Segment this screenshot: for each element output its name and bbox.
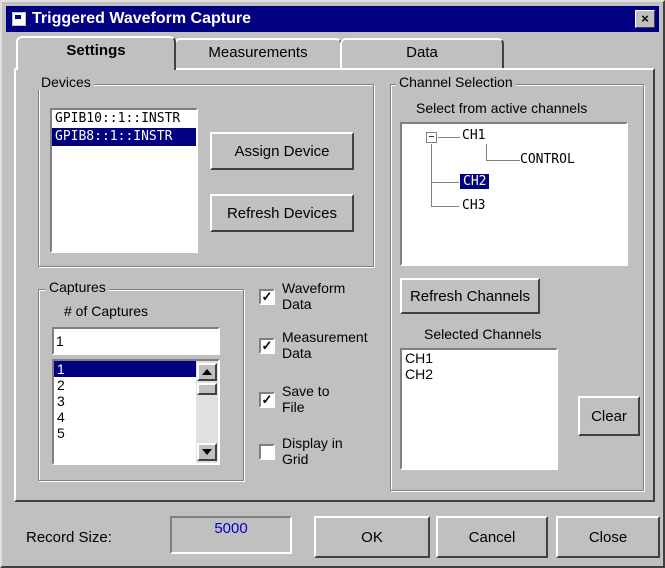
option-line1: Measurement (282, 329, 368, 345)
display-in-grid-checkbox[interactable] (259, 444, 275, 460)
close-button[interactable]: Close (556, 516, 660, 558)
tab-measurements[interactable]: Measurements (174, 38, 342, 68)
list-item[interactable]: CH2 (402, 366, 556, 382)
list-item[interactable]: 2 (54, 377, 196, 393)
record-size-label: Record Size: (26, 529, 112, 546)
chevron-up-icon (202, 369, 212, 375)
tree-node-ch1[interactable]: CH1 (462, 128, 485, 143)
channel-tree[interactable]: − CH1 CONTROL CH2 CH3 (400, 122, 628, 266)
list-item[interactable]: 5 (54, 425, 196, 441)
waveform-data-checkbox[interactable]: ✓ (259, 289, 275, 305)
tree-node-ch2[interactable]: CH2 (460, 174, 490, 189)
record-size-field[interactable]: 5000 (170, 516, 292, 554)
option-line1: Waveform (282, 280, 346, 296)
scroll-down-button[interactable] (197, 443, 217, 461)
measurement-data-checkbox[interactable]: ✓ (259, 338, 275, 354)
list-item[interactable]: 3 (54, 393, 196, 409)
scroll-thumb[interactable] (197, 383, 217, 395)
tree-connector (431, 206, 459, 207)
option-line2: Data (282, 296, 312, 312)
option-line2: Grid (282, 451, 309, 467)
collapse-icon[interactable]: − (426, 132, 437, 143)
channel-selection-legend: Channel Selection (396, 74, 516, 90)
captures-scrollbar[interactable] (196, 361, 218, 463)
tab-data[interactable]: Data (340, 38, 504, 68)
scroll-up-button[interactable] (197, 363, 217, 381)
list-item[interactable]: 4 (54, 409, 196, 425)
save-to-file-checkbox[interactable]: ✓ (259, 392, 275, 408)
tree-connector (486, 160, 520, 161)
channel-selection-subtitle: Select from active channels (416, 100, 588, 116)
device-item-gpib8[interactable]: GPIB8::1::INSTR (52, 128, 196, 146)
devices-legend: Devices (38, 74, 94, 90)
captures-legend: Captures (46, 279, 109, 295)
device-item-gpib10[interactable]: GPIB10::1::INSTR (52, 110, 196, 128)
captures-count-input[interactable]: 1 (52, 327, 220, 355)
device-list[interactable]: GPIB10::1::INSTR GPIB8::1::INSTR (50, 108, 198, 253)
tab-settings[interactable]: Settings (16, 36, 176, 70)
list-item[interactable]: 1 (54, 361, 196, 377)
chevron-down-icon (202, 449, 212, 455)
option-line2: Data (282, 345, 312, 361)
tree-connector (431, 144, 432, 206)
tree-connector (438, 137, 460, 138)
tree-connector (431, 182, 459, 183)
assign-device-button[interactable]: Assign Device (210, 132, 354, 170)
window-title: Triggered Waveform Capture (32, 10, 252, 27)
settings-panel: Devices GPIB10::1::INSTR GPIB8::1::INSTR… (14, 68, 655, 502)
clear-button[interactable]: Clear (578, 396, 640, 436)
cancel-button[interactable]: Cancel (436, 516, 548, 558)
refresh-devices-button[interactable]: Refresh Devices (210, 194, 354, 232)
dialog-window: Triggered Waveform Capture × Settings Me… (0, 0, 665, 568)
list-item[interactable]: CH1 (402, 350, 556, 366)
waveform-data-label: Waveform Data (282, 280, 345, 312)
measurement-data-label: Measurement Data (282, 329, 368, 361)
close-window-icon[interactable]: × (635, 10, 655, 28)
selected-channels-list[interactable]: CH1 CH2 (400, 348, 558, 470)
save-to-file-label: Save to File (282, 383, 329, 415)
ok-button[interactable]: OK (314, 516, 430, 558)
tree-node-ch3[interactable]: CH3 (462, 198, 485, 213)
title-bar[interactable]: Triggered Waveform Capture × (6, 6, 659, 32)
option-line1: Display in (282, 435, 343, 451)
captures-list[interactable]: 1 2 3 4 5 (52, 359, 220, 465)
option-line1: Save to (282, 383, 330, 399)
tree-connector (486, 144, 487, 160)
selected-channels-label: Selected Channels (424, 326, 542, 342)
app-icon (12, 12, 26, 26)
captures-count-label: # of Captures (64, 303, 149, 319)
option-line2: File (282, 399, 305, 415)
refresh-channels-button[interactable]: Refresh Channels (400, 278, 540, 314)
tree-node-control[interactable]: CONTROL (520, 152, 575, 167)
display-in-grid-label: Display in Grid (282, 435, 343, 467)
